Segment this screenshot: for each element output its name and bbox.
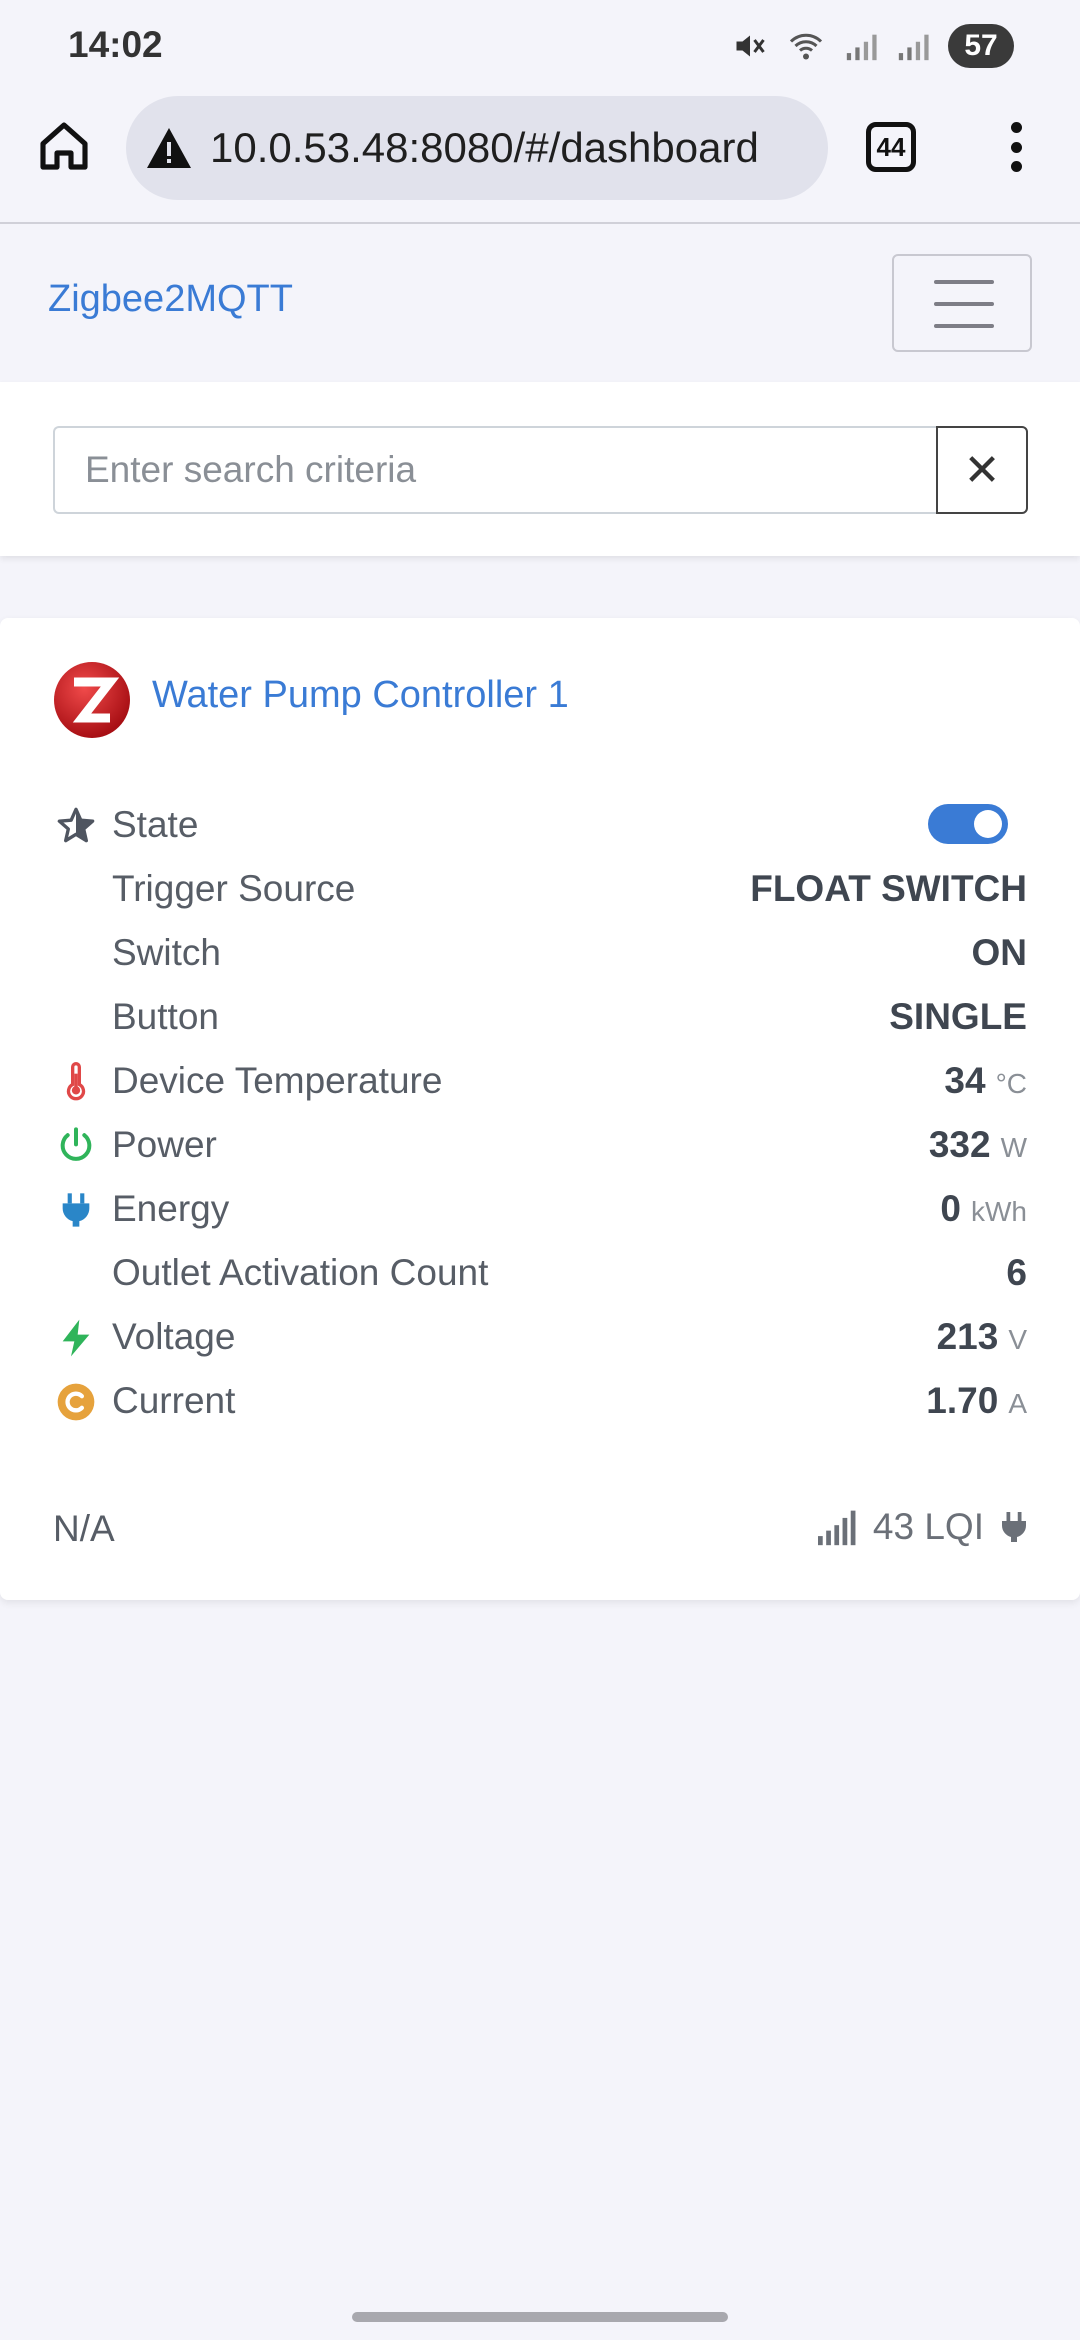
property-label: Power [112, 1124, 217, 1165]
property-label: Device Temperature [112, 1060, 443, 1101]
property-value: 332 W [928, 1124, 1027, 1165]
mute-icon [736, 35, 765, 57]
property-label: Voltage [112, 1316, 236, 1357]
lqi-value: 43 LQI [872, 1506, 984, 1547]
property-row-state: State [0, 794, 1080, 858]
property-label: State [112, 804, 199, 845]
property-unit: A [1008, 1388, 1027, 1419]
hamburger-icon [934, 324, 994, 328]
property-row-device-temperature: Device Temperature 34 °C [0, 1050, 1080, 1114]
property-row-energy: Energy 0 kWh [0, 1178, 1080, 1242]
search-input[interactable] [53, 426, 936, 514]
gesture-home-indicator[interactable] [352, 2312, 728, 2322]
property-label: Outlet Activation Count [112, 1252, 489, 1293]
property-value: SINGLE [889, 996, 1027, 1037]
star-icon [54, 804, 98, 848]
device-card: Water Pump Controller 1 State Trigger So… [0, 618, 1080, 1600]
property-label: Current [112, 1380, 236, 1421]
property-value: 0 kWh [940, 1188, 1027, 1229]
property-value: 6 [1006, 1252, 1027, 1293]
property-value: ON [971, 932, 1028, 973]
property-unit: kWh [971, 1196, 1027, 1227]
property-row-power: Power 332 W [0, 1114, 1080, 1178]
property-value: 1.70 A [926, 1380, 1027, 1421]
property-row-trigger-source: Trigger Source FLOAT SWITCH [0, 858, 1080, 922]
device-properties: State Trigger Source FLOAT SWITCH Switch… [0, 794, 1080, 1434]
tab-switcher-button[interactable]: 44 [866, 122, 916, 172]
power-icon [54, 1124, 98, 1168]
url-text: 10.0.53.48:8080/#/dashboard [210, 124, 759, 171]
bolt-icon [54, 1316, 98, 1360]
property-row-voltage: Voltage 213 V [0, 1306, 1080, 1370]
property-value: 213 V [936, 1316, 1027, 1357]
brand-link[interactable]: Zigbee2MQTT [48, 278, 293, 321]
property-label: Trigger Source [112, 868, 356, 909]
home-icon[interactable] [36, 118, 92, 174]
clear-search-button[interactable]: ✕ [936, 426, 1028, 514]
link-quality: 43 LQI [815, 1506, 1032, 1548]
property-value: 34 °C [944, 1060, 1027, 1101]
property-row-button: Button SINGLE [0, 986, 1080, 1050]
property-label: Switch [112, 932, 221, 973]
zigbee-logo-icon [54, 662, 130, 738]
property-unit: °C [995, 1068, 1027, 1099]
property-unit: V [1008, 1324, 1027, 1355]
hamburger-icon [934, 280, 994, 284]
warning-icon[interactable] [144, 126, 194, 170]
hamburger-icon [934, 302, 994, 306]
address-bar[interactable]: 10.0.53.48:8080/#/dashboard [126, 96, 828, 200]
property-label: Button [112, 996, 219, 1037]
signal-icon [846, 34, 877, 61]
last-seen-text: N/A [53, 1508, 115, 1549]
mains-power-icon [1002, 1512, 1026, 1542]
plug-icon [54, 1188, 98, 1232]
status-bar: 14:02 57 [0, 0, 1080, 92]
property-row-outlet-activation-count: Outlet Activation Count 6 [0, 1242, 1080, 1306]
thermometer-icon [54, 1060, 98, 1104]
property-label: Energy [112, 1188, 230, 1229]
state-toggle[interactable] [928, 804, 1008, 844]
device-name-link[interactable]: Water Pump Controller 1 [152, 674, 569, 717]
browser-toolbar: 10.0.53.48:8080/#/dashboard 44 [0, 92, 1080, 222]
property-unit: W [1000, 1132, 1027, 1163]
browser-menu-icon[interactable] [1004, 122, 1028, 172]
wifi-icon [789, 33, 823, 60]
battery-indicator: 57 [948, 24, 1014, 68]
signal-strength-icon [817, 1510, 856, 1546]
status-time: 14:02 [68, 24, 163, 65]
signal-icon [898, 34, 929, 61]
navbar-toggle-button[interactable] [892, 254, 1032, 352]
status-icons: 57 [732, 24, 1014, 68]
search-card: ✕ [0, 382, 1080, 556]
property-row-current: Current 1.70 A [0, 1370, 1080, 1434]
device-card-footer: N/A 43 LQI [0, 1502, 1080, 1562]
property-row-switch: Switch ON [0, 922, 1080, 986]
app-navbar: Zigbee2MQTT [0, 224, 1080, 382]
current-icon [54, 1380, 98, 1424]
property-value: FLOAT SWITCH [750, 868, 1027, 909]
